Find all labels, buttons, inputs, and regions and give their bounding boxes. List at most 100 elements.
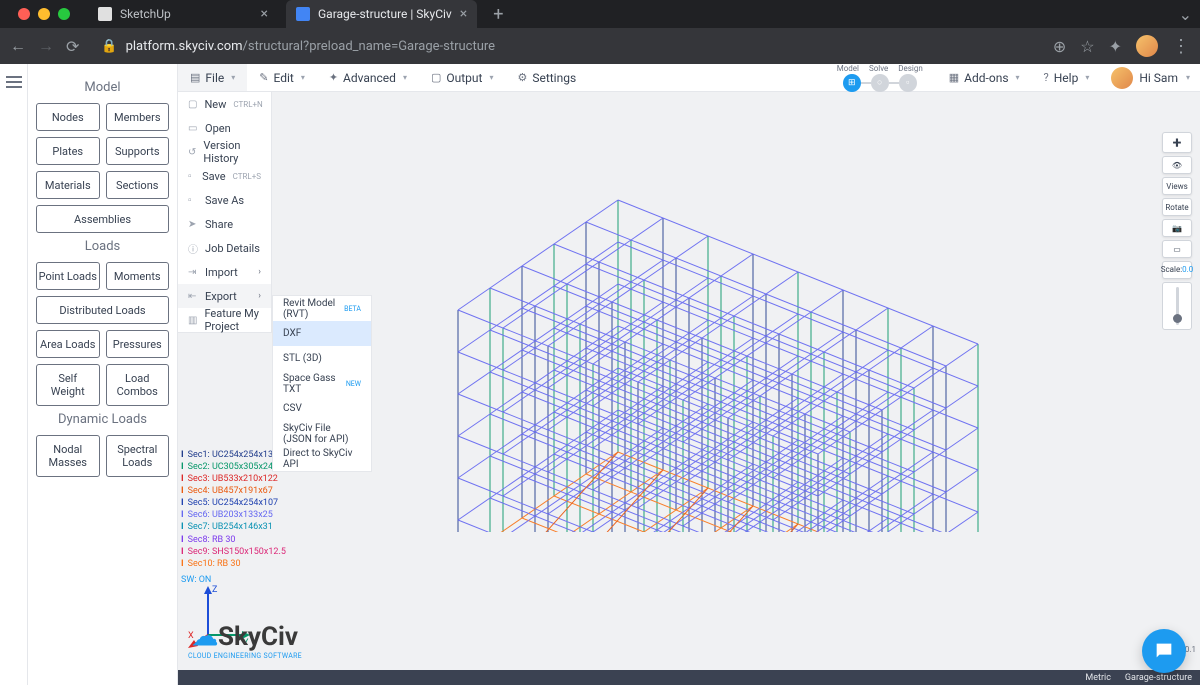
panel-button[interactable]: Nodes: [36, 103, 100, 131]
panel-button[interactable]: Pressures: [106, 330, 170, 358]
file-icon: ▤: [190, 71, 200, 84]
panel-button[interactable]: Materials: [36, 171, 100, 199]
star-icon[interactable]: ☆: [1080, 37, 1094, 56]
panel-button[interactable]: NodalMasses: [36, 435, 100, 477]
pencil-icon: ✎: [259, 71, 268, 84]
export-menu-item[interactable]: STL (3D): [273, 346, 371, 371]
menu-item-icon: ↺: [188, 147, 196, 158]
tab-title: Garage-structure | SkyCiv: [318, 7, 452, 21]
menu-item-icon: ▥: [188, 315, 197, 326]
panel-button[interactable]: Area Loads: [36, 330, 100, 358]
file-menu-item[interactable]: ▫Save As: [178, 188, 271, 212]
reload-button[interactable]: ⟳: [66, 37, 79, 56]
address-bar: ← → ⟳ 🔒 platform.skyciv.com/structural?p…: [0, 28, 1200, 64]
views-button[interactable]: Views: [1162, 177, 1192, 195]
extensions-icon[interactable]: ✦: [1109, 37, 1122, 56]
addons-menu-button[interactable]: ▦ Add-ons▾: [937, 64, 1032, 91]
file-menu-item[interactable]: ⓘJob Details: [178, 236, 271, 260]
workflow-stages: Model Solve Design ⊞ ○ ▫: [837, 64, 923, 92]
advanced-menu-button[interactable]: ✦ Advanced▾: [317, 64, 419, 91]
export-menu-item[interactable]: Direct to SkyCiv API: [273, 446, 371, 471]
panel-button[interactable]: Point Loads: [36, 262, 100, 290]
panel-button[interactable]: Distributed Loads: [36, 296, 169, 324]
profile-avatar[interactable]: [1136, 35, 1158, 57]
section-title-loads: Loads: [36, 239, 169, 254]
capture-button[interactable]: ▭: [1162, 240, 1192, 258]
stage-model[interactable]: ⊞: [843, 74, 861, 92]
legend-row: ISec9: SHS150x150x12.5: [181, 546, 286, 558]
url-input[interactable]: 🔒 platform.skyciv.com/structural?preload…: [91, 39, 1040, 54]
new-tab-button[interactable]: +: [485, 4, 511, 25]
legend-row: ISec7: UB254x146x31: [181, 521, 286, 533]
rotate-button[interactable]: Rotate: [1162, 198, 1192, 216]
menu-icon[interactable]: ⋮: [1172, 36, 1190, 57]
panel-button[interactable]: Plates: [36, 137, 100, 165]
scale-slider[interactable]: [1162, 282, 1192, 330]
gear-icon: ⚙: [517, 71, 527, 84]
panel-button[interactable]: SelfWeight: [36, 364, 100, 406]
legend-row: ISec3: UB533x210x122: [181, 473, 286, 485]
panel-button[interactable]: Members: [106, 103, 170, 131]
search-icon[interactable]: ⊕: [1053, 37, 1066, 56]
help-menu-button[interactable]: ? Help▾: [1032, 64, 1102, 91]
back-button[interactable]: ←: [10, 36, 26, 56]
menu-item-icon: ⇥: [188, 267, 198, 278]
export-menu-item[interactable]: SkyCiv File (JSON for API): [273, 421, 371, 446]
file-menu-item[interactable]: ▢NewCTRL+N: [178, 92, 271, 116]
panel-button[interactable]: Assemblies: [36, 205, 169, 233]
menu-item-icon: ⇤: [188, 291, 198, 302]
export-menu-item[interactable]: Space Gass TXTNEW: [273, 371, 371, 396]
file-menu-item[interactable]: ➤Share: [178, 212, 271, 236]
chevron-down-icon[interactable]: ⌄: [1179, 5, 1192, 24]
user-menu[interactable]: Hi Sam▾: [1101, 67, 1200, 89]
panel-button[interactable]: Moments: [106, 262, 170, 290]
close-icon[interactable]: ×: [261, 6, 268, 22]
browser-chrome: SketchUp × Garage-structure | SkyCiv × +…: [0, 0, 1200, 64]
menu-item-icon: ⓘ: [188, 241, 198, 256]
file-menu-item[interactable]: ⇤Export›: [178, 284, 271, 308]
panel-button[interactable]: Sections: [106, 171, 170, 199]
file-menu-button[interactable]: ▤ File▾: [178, 64, 247, 91]
menu-item-icon: ▫: [188, 195, 198, 206]
file-menu-item[interactable]: ▥Feature My Project: [178, 308, 271, 332]
slider-thumb[interactable]: [1173, 314, 1182, 323]
settings-menu-button[interactable]: ⚙ Settings: [505, 64, 588, 91]
project-label[interactable]: Garage-structure: [1125, 673, 1192, 683]
section-legend: ISec1: UC254x254x132ISec2: UC305x305x240…: [181, 449, 286, 570]
panel-button[interactable]: Supports: [106, 137, 170, 165]
panel-button[interactable]: LoadCombos: [106, 364, 170, 406]
legend-row: ISec2: UC305x305x240: [181, 461, 286, 473]
visibility-button[interactable]: 👁: [1162, 156, 1192, 174]
stage-design[interactable]: ▫: [899, 74, 917, 92]
tab-skyciv[interactable]: Garage-structure | SkyCiv ×: [286, 0, 477, 28]
legend-row: ISec6: UB203x133x25: [181, 509, 286, 521]
export-menu-item[interactable]: CSV: [273, 396, 371, 421]
units-label[interactable]: Metric: [1085, 673, 1111, 683]
tab-title: SketchUp: [120, 7, 171, 21]
zoom-in-button[interactable]: +: [1162, 132, 1192, 153]
stage-solve[interactable]: ○: [871, 74, 889, 92]
file-menu-item[interactable]: ▫SaveCTRL+S: [178, 164, 271, 188]
legend-row: ISec4: UB457x191x67: [181, 485, 286, 497]
file-menu-item[interactable]: ⇥Import›: [178, 260, 271, 284]
panel-button[interactable]: SpectralLoads: [106, 435, 170, 477]
file-menu-item[interactable]: ▭Open: [178, 116, 271, 140]
export-menu-item[interactable]: Revit Model (RVT)BETA: [273, 296, 371, 321]
window-min[interactable]: [38, 8, 50, 20]
hamburger-icon[interactable]: [6, 76, 22, 88]
menu-item-icon: ▭: [188, 123, 198, 134]
window-max[interactable]: [58, 8, 70, 20]
app-toolbar: ▤ File▾ ✎ Edit▾ ✦ Advanced▾ ▢ Output▾ ⚙ …: [178, 64, 1200, 92]
file-menu-item[interactable]: ↺Version History: [178, 140, 271, 164]
edit-menu-button[interactable]: ✎ Edit▾: [247, 64, 317, 91]
camera-button[interactable]: 📷: [1162, 219, 1192, 237]
chevron-right-icon: ›: [258, 267, 261, 277]
close-icon[interactable]: ×: [460, 6, 467, 22]
tab-sketchup[interactable]: SketchUp ×: [88, 0, 278, 28]
output-menu-button[interactable]: ▢ Output▾: [419, 64, 506, 91]
chevron-right-icon: ›: [258, 291, 261, 301]
window-close[interactable]: [18, 8, 30, 20]
url-domain: platform.skyciv.com: [126, 39, 243, 54]
chat-button[interactable]: [1142, 629, 1186, 673]
export-menu-item[interactable]: DXF: [273, 321, 371, 346]
